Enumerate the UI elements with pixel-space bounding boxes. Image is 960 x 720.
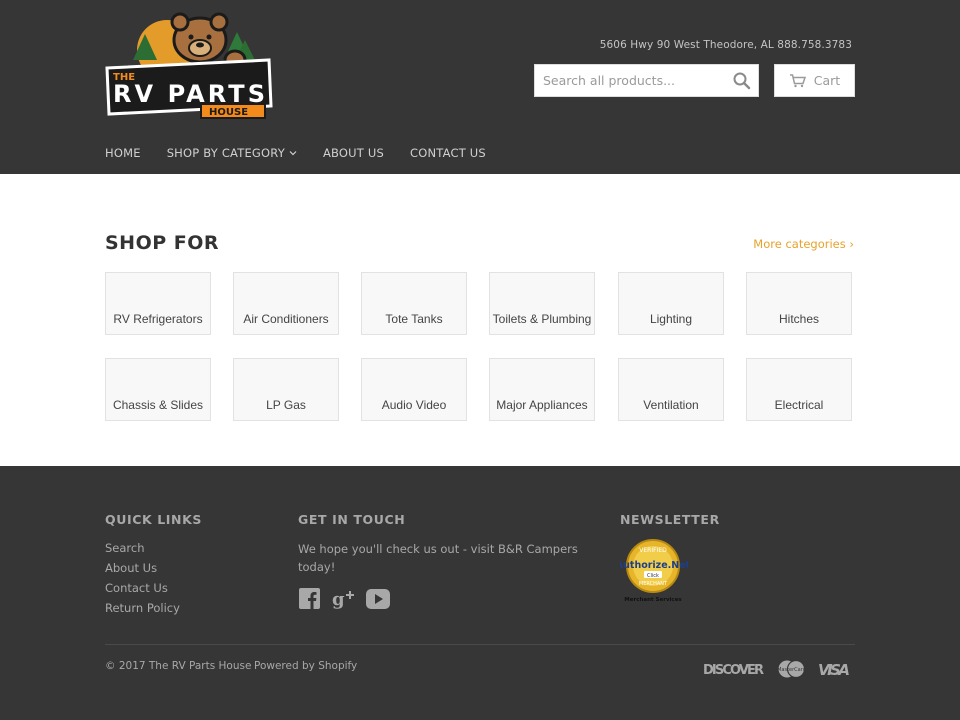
rv-parts-house-logo[interactable]: THE RV PARTS HOUSE <box>105 10 275 123</box>
nav-shop-by-category-label: SHOP BY CATEGORY <box>166 146 285 160</box>
nav-contact-us[interactable]: CONTACT US <box>410 146 486 160</box>
footer-link-search[interactable]: Search <box>105 541 145 555</box>
search-icon[interactable] <box>732 71 752 91</box>
google-plus-icon[interactable]: g <box>332 588 356 610</box>
category-tile[interactable]: Lighting <box>618 272 724 335</box>
category-tile[interactable]: RV Refrigerators <box>105 272 211 335</box>
nav-about-us[interactable]: ABOUT US <box>323 146 384 160</box>
youtube-icon[interactable] <box>365 588 391 610</box>
svg-text:MasterCard: MasterCard <box>777 667 806 673</box>
powered-by-shopify-link[interactable]: Powered by Shopify <box>254 660 357 672</box>
footer-link-return-policy[interactable]: Return Policy <box>105 601 180 615</box>
get-in-touch-text: We hope you'll check us out - visit B&R … <box>298 542 578 574</box>
footer-divider <box>105 644 855 645</box>
search-box <box>534 64 759 97</box>
authorize-net-badge[interactable]: VERIFIED Authorize.Net Click MERCHANT Me… <box>620 538 688 604</box>
more-categories-link[interactable]: More categories › <box>753 237 854 251</box>
cart-button[interactable]: Cart <box>774 64 855 97</box>
svg-text:MERCHANT: MERCHANT <box>639 581 668 587</box>
nav-about-us-label: ABOUT US <box>322 146 384 160</box>
category-tile[interactable]: Major Appliances <box>489 358 595 421</box>
store-address: 5606 Hwy 90 West Theodore, AL 888.758.37… <box>599 39 852 51</box>
category-tile[interactable]: Electrical <box>746 358 852 421</box>
category-tile[interactable]: LP Gas <box>233 358 339 421</box>
category-tile[interactable]: Hitches <box>746 272 852 335</box>
svg-text:VISA: VISA <box>818 661 850 679</box>
svg-text:VERIFIED: VERIFIED <box>639 547 667 554</box>
category-tile[interactable]: Ventilation <box>618 358 724 421</box>
search-input[interactable] <box>535 65 725 96</box>
svg-text:Click: Click <box>647 573 659 579</box>
shop-for-heading: SHOP FOR <box>105 232 220 254</box>
category-tile[interactable]: Toilets & Plumbing <box>489 272 595 335</box>
footer-link-about-us[interactable]: About Us <box>105 561 157 575</box>
newsletter-heading: NEWSLETTER <box>620 512 720 527</box>
nav-shop-by-category[interactable]: SHOP BY CATEGORY <box>167 146 297 160</box>
footer-link-contact-us[interactable]: Contact Us <box>105 581 168 595</box>
nav-home[interactable]: HOME <box>105 146 141 160</box>
mastercard-icon: MasterCard <box>777 659 806 679</box>
svg-text:DISCOVER: DISCOVER <box>703 663 764 678</box>
svg-text:HOUSE: HOUSE <box>209 107 248 118</box>
nav-home-label: HOME <box>105 146 141 160</box>
cart-label: Cart <box>813 73 841 88</box>
category-tile[interactable]: Audio Video <box>361 358 467 421</box>
copyright-text: © 2017 The RV Parts House <box>105 660 252 672</box>
cart-icon <box>789 73 806 87</box>
chevron-down-icon <box>289 151 297 156</box>
category-tile[interactable]: Chassis & Slides <box>105 358 211 421</box>
get-in-touch-heading: GET IN TOUCH <box>298 512 406 527</box>
svg-text:g: g <box>332 589 345 610</box>
svg-text:Merchant Services: Merchant Services <box>624 597 682 603</box>
facebook-icon[interactable] <box>298 588 322 610</box>
nav-contact-us-label: CONTACT US <box>410 146 486 160</box>
svg-text:Authorize.Net: Authorize.Net <box>620 560 688 571</box>
category-tile[interactable]: Tote Tanks <box>361 272 467 335</box>
visa-icon: VISA <box>818 661 850 679</box>
quick-links-heading: QUICK LINKS <box>105 512 203 527</box>
discover-icon: DISCOVER <box>703 663 764 678</box>
main-nav: HOME SHOP BY CATEGORY ABOUT US CONTACT U… <box>105 146 512 160</box>
category-tile[interactable]: Air Conditioners <box>233 272 339 335</box>
site-header: THE RV PARTS HOUSE 5606 Hwy 90 West Theo… <box>0 0 960 174</box>
